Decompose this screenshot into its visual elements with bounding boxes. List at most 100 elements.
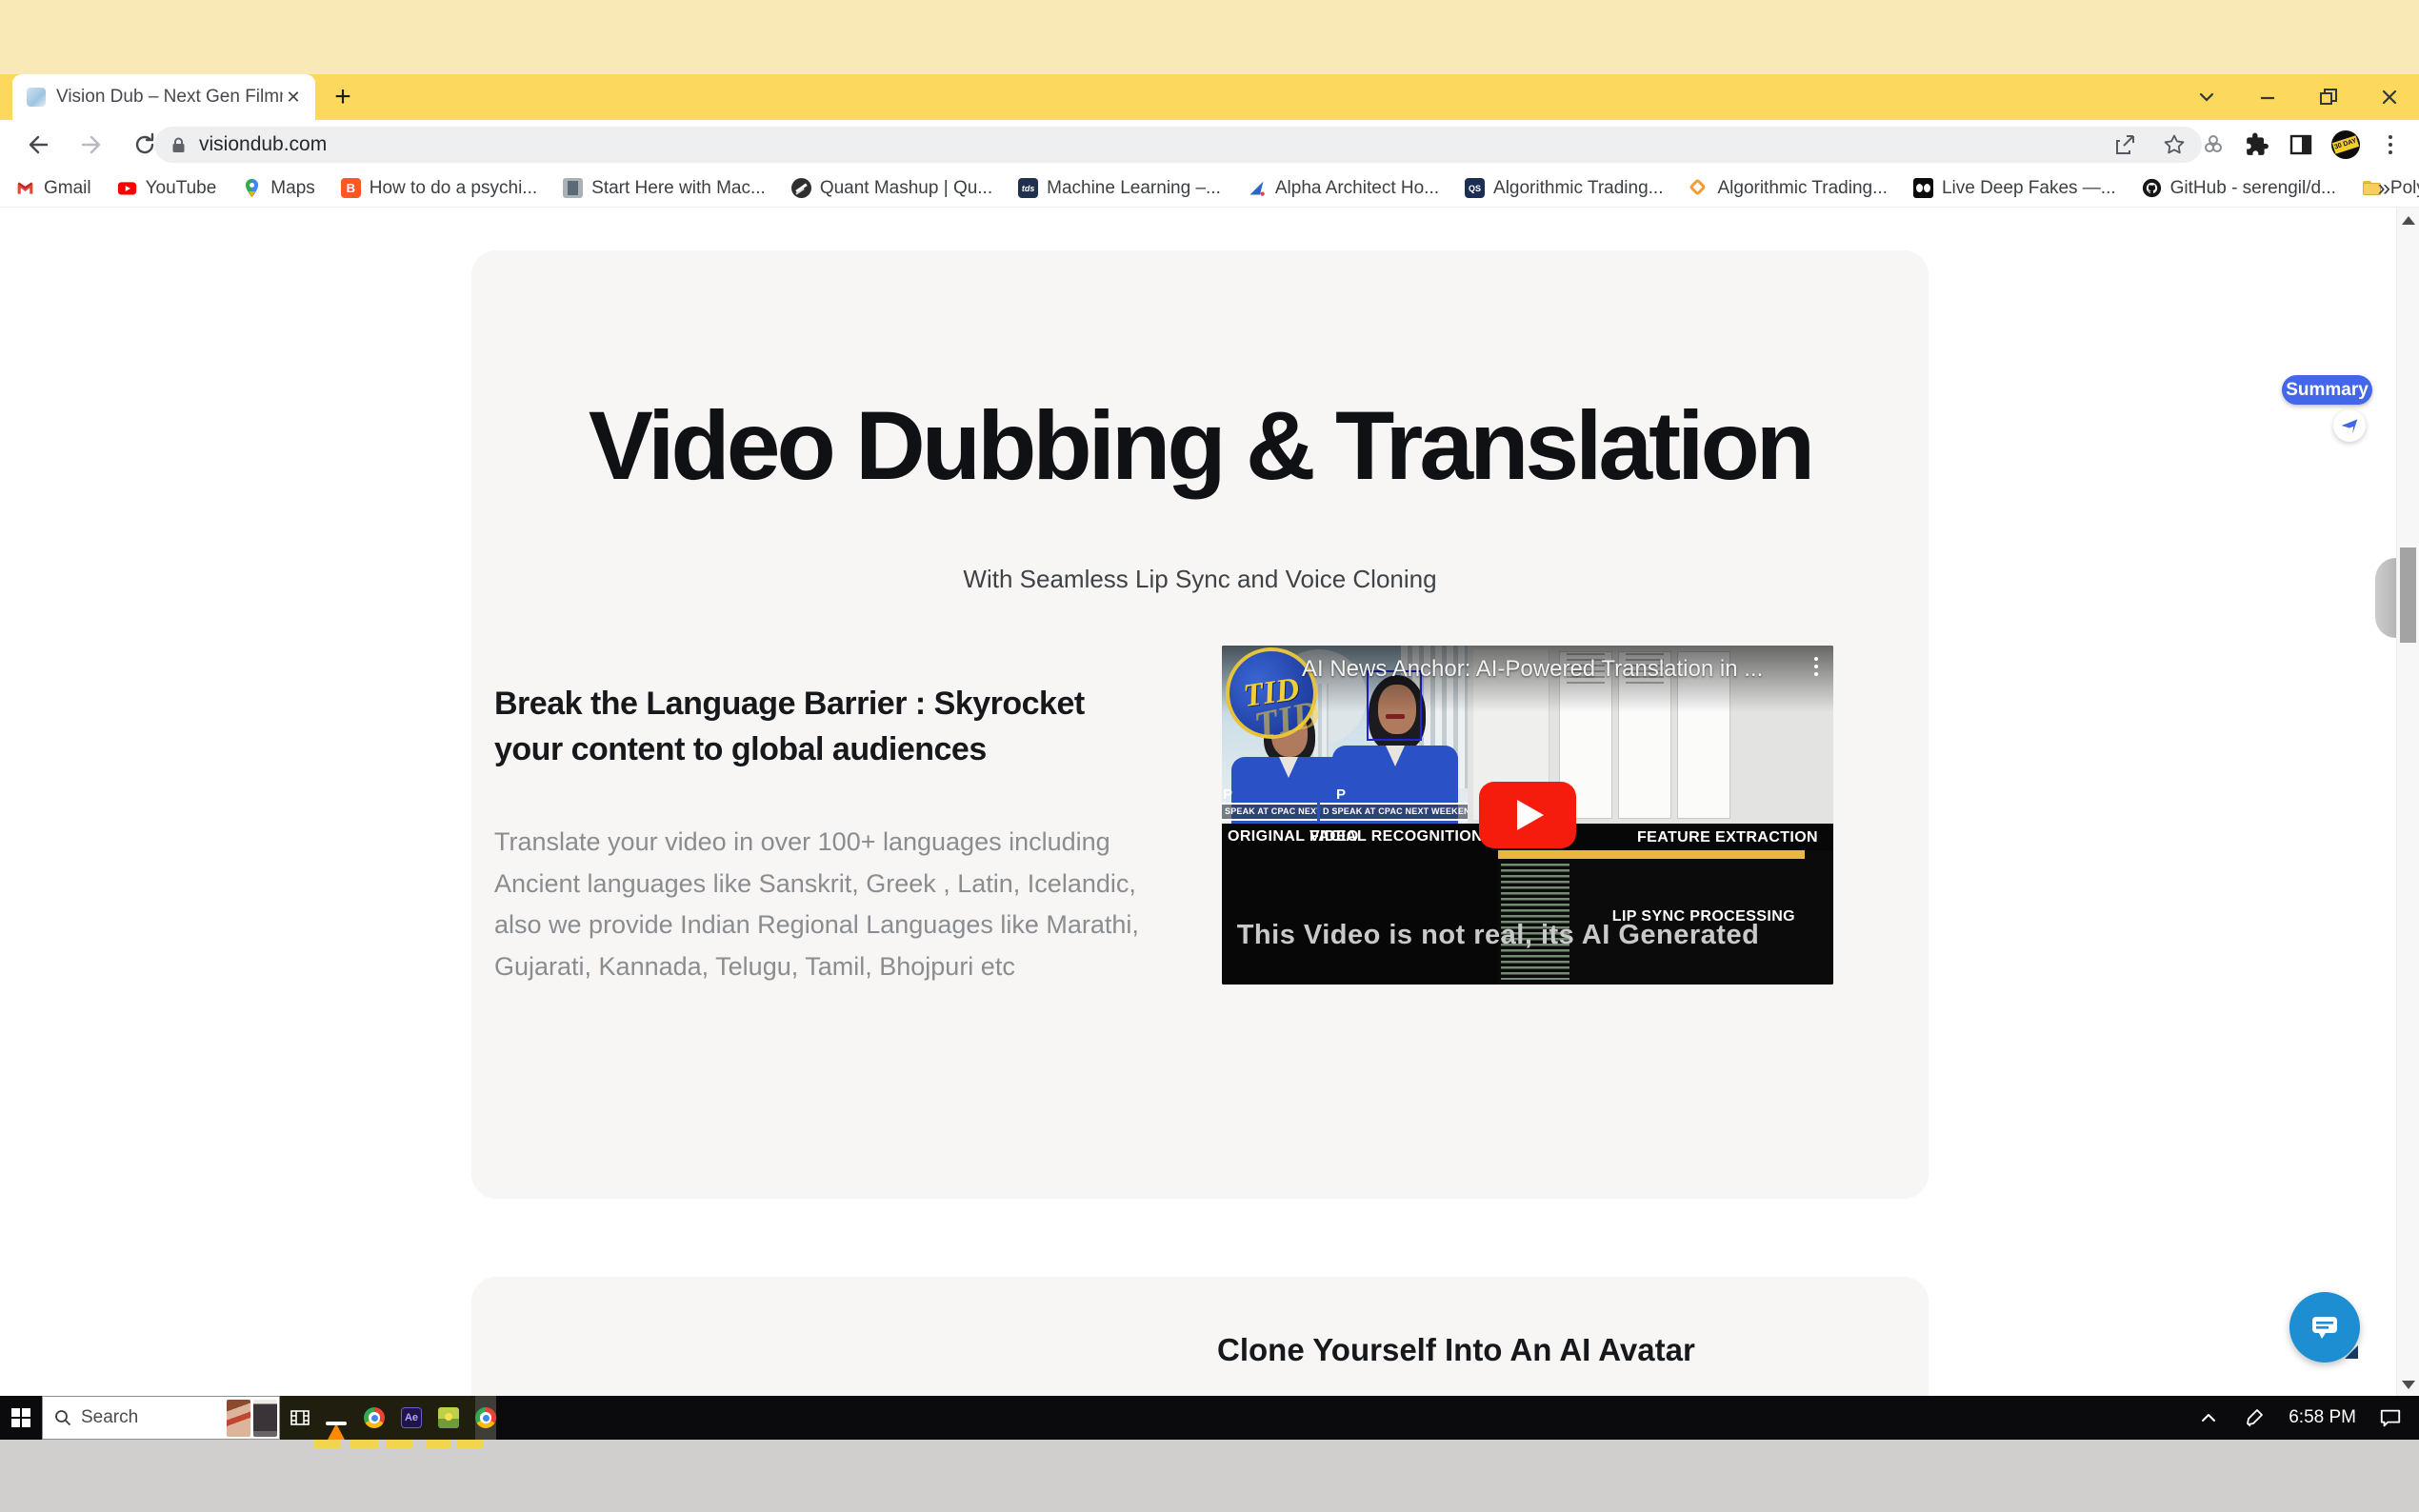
windows-taskbar: Search Ae 6:58 PM [0, 1396, 2419, 1442]
vlc-app-icon[interactable] [327, 1407, 348, 1442]
tab-title: Vision Dub – Next Gen Filmmaki [56, 87, 283, 107]
media-circles-extension-icon[interactable] [2200, 131, 2227, 158]
bookmark-machine-learning[interactable]: tds Machine Learning –... [1018, 178, 1221, 199]
avatar-badge: 30 DAY [2331, 135, 2360, 154]
restore-icon[interactable] [2314, 83, 2343, 111]
bookmark-algotrading-qs[interactable]: QS Algorithmic Trading... [1465, 178, 1663, 199]
url-text[interactable]: visiondub.com [199, 133, 2112, 156]
start-button[interactable] [0, 1396, 42, 1440]
search-highlight-image-2[interactable] [253, 1400, 277, 1437]
gmail-icon [15, 178, 35, 198]
taskbar-search[interactable]: Search [42, 1396, 280, 1440]
action-center-icon[interactable] [2379, 1406, 2402, 1429]
profile-avatar[interactable]: 30 DAY [2331, 130, 2360, 159]
bookmark-alpha-architect[interactable]: Alpha Architect Ho... [1247, 178, 1439, 199]
blogger-icon: B [340, 178, 361, 198]
search-label: Search [81, 1407, 139, 1427]
lock-icon[interactable] [170, 136, 188, 154]
browser-toolbar: visiondub.com 30 DAY [0, 120, 2419, 169]
tab-favicon-icon [27, 88, 46, 107]
diamond-icon [1689, 178, 1709, 198]
banner-prefix-right: P [1336, 786, 1347, 803]
lower-third-banner-right: D SPEAK AT CPAC NEXT WEEKEN [1320, 803, 1468, 821]
scrollbar-down-arrow-icon[interactable] [2402, 1381, 2415, 1389]
taskbar-indicator [386, 1440, 412, 1448]
search-highlight-image-1[interactable] [227, 1400, 250, 1437]
feature-heading: Break the Language Barrier : Skyrocket y… [494, 686, 1085, 768]
taskbar-indicator [457, 1440, 483, 1448]
bottom-strip [0, 1440, 2419, 1512]
photos-app-icon[interactable] [438, 1407, 459, 1428]
youtube-embed[interactable]: P P SPEAK AT CPAC NEXT WEEKE D SPEAK AT … [1222, 646, 1833, 985]
video-menu-icon[interactable] [1814, 657, 1818, 676]
toolbar-extensions: 30 DAY [2200, 120, 2419, 169]
page-thumbnail-icon [563, 178, 584, 198]
bookmark-psychi[interactable]: B How to do a psychi... [340, 178, 537, 199]
lower-third-banner-left: SPEAK AT CPAC NEXT WEEKE [1222, 803, 1317, 821]
tab-search-chevron-icon[interactable] [2192, 83, 2221, 111]
scrollbar-thumb[interactable] [2400, 547, 2416, 643]
forward-icon[interactable] [78, 131, 105, 158]
page-title: Video Dubbing & Translation [588, 391, 1815, 500]
tab-close-icon[interactable]: ✕ [283, 87, 304, 108]
back-icon[interactable] [25, 131, 51, 158]
bookmark-live-deep-fakes[interactable]: Live Deep Fakes —... [1912, 178, 2116, 199]
close-window-icon[interactable] [2375, 83, 2404, 111]
qs-icon: QS [1465, 178, 1486, 198]
tray-chevron-up-icon[interactable] [2197, 1406, 2220, 1429]
summary-badge[interactable]: Summary [2282, 375, 2372, 405]
minimize-icon[interactable] [2253, 83, 2282, 111]
windows-ink-pen-icon[interactable] [2243, 1406, 2266, 1429]
page-viewport: Video Dubbing & Translation With Seamles… [0, 208, 2419, 1396]
media-player-app-icon[interactable] [290, 1407, 310, 1428]
after-effects-app-icon[interactable]: Ae [401, 1407, 422, 1428]
bookmarks-overflow-chevron[interactable]: » [2378, 175, 2390, 202]
side-drag-handle[interactable] [2375, 558, 2396, 638]
globe-icon [790, 178, 811, 198]
video-title[interactable]: AI News Anchor: AI-Powered Translation i… [1302, 656, 1778, 683]
chrome-active-icon [475, 1407, 496, 1428]
taskbar-app-icons: Ae [280, 1396, 496, 1442]
alpha-architect-icon [1247, 178, 1267, 198]
windows-logo-icon [11, 1408, 30, 1427]
window-controls [2192, 74, 2411, 120]
scrollbar-up-arrow-icon[interactable] [2402, 216, 2415, 225]
taskbar-indicator [314, 1440, 341, 1448]
bookmark-star-icon[interactable] [2162, 132, 2187, 157]
share-icon[interactable] [2112, 132, 2137, 157]
terminal-titlebar [1498, 850, 1805, 859]
banner-prefix-left: P [1223, 786, 1233, 803]
bookmark-github[interactable]: GitHub - serengil/d... [2142, 178, 2336, 199]
maps-pin-icon [242, 178, 262, 198]
extensions-puzzle-icon[interactable] [2244, 131, 2270, 158]
taskbar-clock[interactable]: 6:58 PM [2289, 1407, 2356, 1428]
chrome-menu-icon[interactable] [2377, 131, 2404, 158]
side-panel-icon[interactable] [2288, 131, 2314, 158]
github-icon [2142, 178, 2162, 198]
bookmark-youtube[interactable]: YouTube [117, 178, 216, 199]
search-icon [54, 1409, 71, 1426]
address-bar-actions [2112, 132, 2187, 157]
taskbar-spacer [493, 1396, 2197, 1440]
bookmark-quant-mashup[interactable]: Quant Mashup | Qu... [790, 178, 992, 199]
avatar-section-title: Clone Yourself Into An AI Avatar [1217, 1332, 1695, 1367]
tab-strip: Vision Dub – Next Gen Filmmaki ✕ + [0, 74, 2419, 120]
search-highlight-images[interactable] [227, 1400, 277, 1437]
page-scrollbar[interactable] [2396, 208, 2419, 1396]
bookmarks-bar: Gmail YouTube Maps B How to do a psychi.… [0, 169, 2419, 208]
summary-plane-icon[interactable] [2333, 409, 2366, 442]
browser-tab[interactable]: Vision Dub – Next Gen Filmmaki ✕ [12, 74, 315, 120]
bookmark-gmail[interactable]: Gmail [15, 178, 91, 199]
chat-widget-corner [2345, 1345, 2358, 1359]
bookmark-start-here[interactable]: Start Here with Mac... [563, 178, 766, 199]
taskbar-indicator [350, 1440, 378, 1448]
chat-widget-button[interactable] [2289, 1292, 2360, 1363]
new-tab-button[interactable]: + [329, 81, 357, 112]
address-bar[interactable]: visiondub.com [154, 127, 2202, 163]
feature-body: Translate your video in over 100+ langua… [494, 827, 1139, 982]
youtube-icon [117, 178, 137, 198]
chrome-app-icon[interactable] [364, 1407, 385, 1428]
bookmark-algotrading-diamond[interactable]: Algorithmic Trading... [1689, 178, 1888, 199]
bookmark-maps[interactable]: Maps [242, 178, 315, 199]
youtube-play-button[interactable] [1479, 782, 1576, 848]
